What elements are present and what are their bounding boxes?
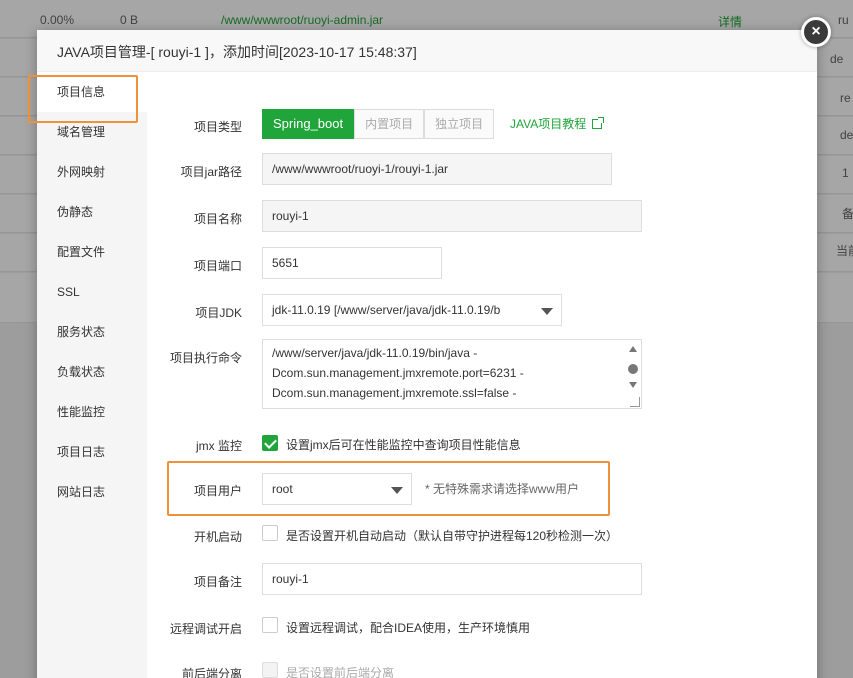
dialog-sidebar: 项目信息 域名管理 外网映射 伪静态 配置文件 SSL 服务状态 负载状态 性能… [37, 72, 147, 678]
project-user-value: root [272, 482, 293, 496]
label-remote-debug: 远程调试开启 [169, 622, 242, 636]
resize-grip-icon[interactable] [630, 397, 640, 407]
close-icon: × [804, 20, 828, 44]
separation-checkbox-text: 是否设置前后端分离 [286, 666, 395, 678]
external-link-icon [592, 117, 605, 129]
scroll-down-icon[interactable] [629, 382, 637, 388]
sidebar-item-performance[interactable]: 性能监控 [37, 392, 147, 432]
jmx-checkbox-text: 设置jmx后可在性能监控中查询项目性能信息 [286, 438, 521, 452]
label-jar-path: 项目jar路径 [180, 165, 242, 179]
jmx-checkbox[interactable] [262, 435, 278, 451]
chevron-down-icon [391, 487, 403, 494]
close-button[interactable]: × [801, 17, 831, 47]
label-project-user: 项目用户 [193, 484, 242, 498]
sidebar-item-external-mapping[interactable]: 外网映射 [37, 152, 147, 192]
label-project-name: 项目名称 [193, 212, 242, 226]
sidebar-item-site-log[interactable]: 网站日志 [37, 472, 147, 512]
jdk-select[interactable]: jdk-11.0.19 [/www/server/java/jdk-11.0.1… [262, 294, 562, 326]
label-separation: 前后端分离 [181, 667, 242, 678]
sidebar-item-service-status[interactable]: 服务状态 [37, 312, 147, 352]
sidebar-item-domain[interactable]: 域名管理 [37, 112, 147, 152]
dialog-header: JAVA项目管理-[ rouyi-1 ]，添加时间[2023-10-17 15:… [37, 30, 817, 72]
remote-debug-checkbox[interactable] [262, 617, 278, 633]
sidebar-item-rewrite[interactable]: 伪静态 [37, 192, 147, 232]
dialog-title: JAVA项目管理-[ rouyi-1 ]，添加时间[2023-10-17 15:… [57, 44, 417, 60]
sidebar-item-project-info[interactable]: 项目信息 [37, 72, 147, 112]
run-command-textarea[interactable]: /www/server/java/jdk-11.0.19/bin/java - … [262, 339, 642, 409]
separation-checkbox[interactable] [262, 662, 278, 678]
jdk-select-value: jdk-11.0.19 [/www/server/java/jdk-11.0.1… [272, 303, 501, 317]
command-line: /www/server/java/jdk-11.0.19/bin/java - [272, 346, 478, 360]
label-remark: 项目备注 [193, 575, 242, 589]
sidebar-item-project-log[interactable]: 项目日志 [37, 432, 147, 472]
label-project-port: 项目端口 [193, 259, 242, 273]
project-type-group: Spring_boot 内置项目 独立项目 [262, 109, 495, 139]
label-autostart: 开机启动 [193, 530, 242, 544]
sidebar-item-load-status[interactable]: 负载状态 [37, 352, 147, 392]
scroll-up-icon[interactable] [629, 346, 637, 352]
label-run-command: 项目执行命令 [169, 351, 242, 365]
remote-debug-checkbox-text: 设置远程调试，配合IDEA使用，生产环境慎用 [286, 621, 531, 635]
project-port-input[interactable]: 5651 [262, 247, 442, 279]
command-line: Dcom.sun.management.jmxremote.ssl=false … [272, 386, 517, 400]
remark-input[interactable]: rouyi-1 [262, 563, 642, 595]
sidebar-item-config-file[interactable]: 配置文件 [37, 232, 147, 272]
user-hint: * 无特殊需求请选择www用户 [425, 482, 580, 496]
autostart-checkbox-text: 是否设置开机自动启动（默认自带守护进程每120秒检测一次） [286, 529, 619, 543]
command-line: Dcom.sun.management.jmxremote.port=6231 … [272, 366, 524, 380]
jar-path-input[interactable]: /www/wwwroot/ruoyi-1/rouyi-1.jar [262, 153, 612, 185]
label-project-jdk: 项目JDK [195, 306, 242, 320]
autostart-checkbox[interactable] [262, 525, 278, 541]
sidebar-item-ssl[interactable]: SSL [37, 272, 147, 312]
project-user-select[interactable]: root [262, 473, 412, 505]
label-project-type: 项目类型 [193, 120, 242, 134]
chevron-down-icon [541, 308, 553, 315]
scroll-thumb[interactable] [628, 364, 638, 374]
type-standalone-button[interactable]: 独立项目 [424, 109, 495, 139]
type-spring-boot-button[interactable]: Spring_boot [262, 109, 355, 139]
type-builtin-button[interactable]: 内置项目 [354, 109, 425, 139]
java-tutorial-link[interactable]: JAVA项目教程 [510, 115, 605, 132]
java-tutorial-label: JAVA项目教程 [510, 117, 587, 131]
project-name-input[interactable]: rouyi-1 [262, 200, 642, 232]
label-jmx: jmx 监控 [196, 439, 242, 453]
